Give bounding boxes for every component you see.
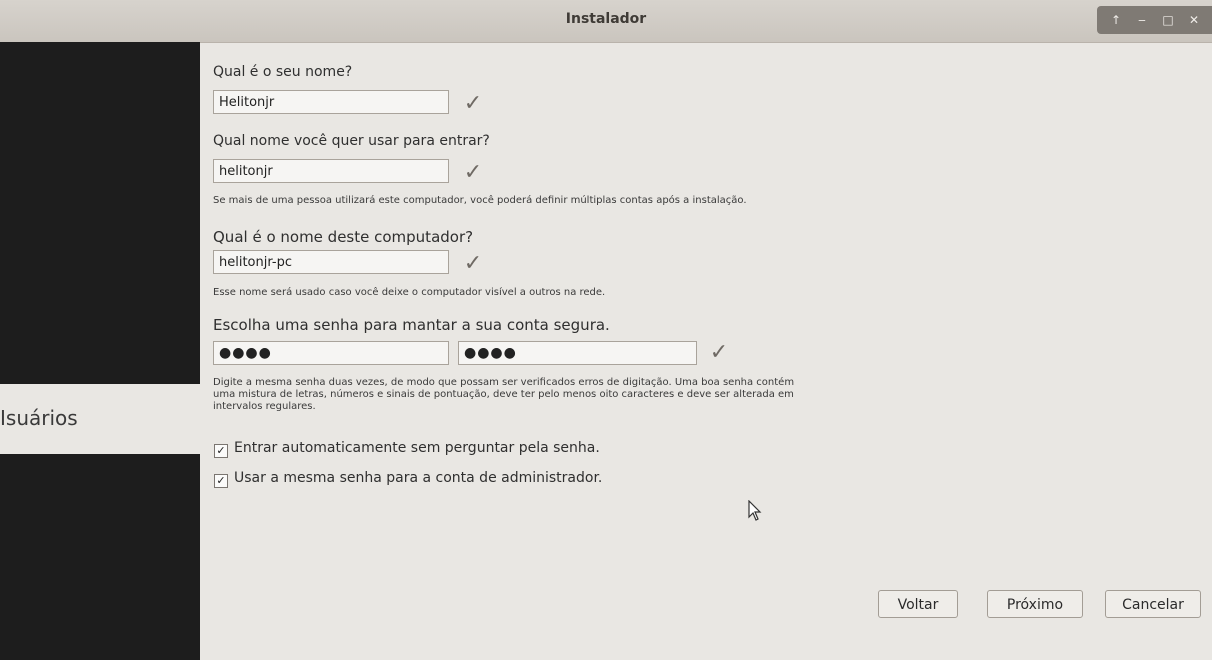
minimize-icon[interactable]: ‒ bbox=[1131, 10, 1153, 30]
user-form: Qual é o seu nome? ✓ Qual nome você quer… bbox=[200, 42, 1212, 660]
next-button[interactable]: Próximo bbox=[987, 590, 1083, 618]
arrow-up-icon[interactable]: ↑ bbox=[1105, 10, 1127, 30]
cancel-button[interactable]: Cancelar bbox=[1105, 590, 1201, 618]
computer-valid-check-icon: ✓ bbox=[463, 251, 483, 276]
login-input[interactable] bbox=[213, 159, 449, 183]
computer-name-input[interactable] bbox=[213, 250, 449, 274]
same-admin-password-checkbox[interactable]: ✓ bbox=[214, 474, 228, 488]
same-admin-password-label[interactable]: Usar a mesma senha para a conta de admin… bbox=[234, 470, 602, 486]
window-title-bar: Instalador ↑ ‒ □ ✕ bbox=[0, 0, 1212, 43]
password-question: Escolha uma senha para mantar a sua cont… bbox=[213, 316, 610, 334]
name-valid-check-icon: ✓ bbox=[463, 91, 483, 116]
installer-sidebar: Isuários bbox=[0, 42, 200, 660]
window-controls: ↑ ‒ □ ✕ bbox=[1097, 6, 1212, 34]
name-input[interactable] bbox=[213, 90, 449, 114]
password-input[interactable] bbox=[213, 341, 449, 365]
password-hint-line-3: intervalos regulares. bbox=[213, 401, 316, 412]
computer-question: Qual é o nome deste computador? bbox=[213, 228, 474, 246]
sidebar-step-label: Isuários bbox=[0, 406, 78, 430]
back-button[interactable]: Voltar bbox=[878, 590, 958, 618]
auto-login-checkbox[interactable]: ✓ bbox=[214, 444, 228, 458]
password-valid-check-icon: ✓ bbox=[709, 340, 729, 365]
login-hint: Se mais de uma pessoa utilizará este com… bbox=[213, 195, 747, 206]
window-title: Instalador bbox=[565, 11, 647, 27]
computer-hint: Esse nome será usado caso você deixe o c… bbox=[213, 287, 606, 298]
mouse-pointer-icon bbox=[748, 500, 762, 521]
name-question: Qual é o seu nome? bbox=[213, 64, 353, 80]
maximize-icon[interactable]: □ bbox=[1157, 10, 1179, 30]
password-hint-line-1: Digite a mesma senha duas vezes, de modo… bbox=[213, 377, 795, 388]
auto-login-label[interactable]: Entrar automaticamente sem perguntar pel… bbox=[234, 440, 600, 456]
password-hint-line-2: uma mistura de letras, números e sinais … bbox=[213, 389, 794, 400]
login-question: Qual nome você quer usar para entrar? bbox=[213, 133, 490, 149]
password-confirm-input[interactable] bbox=[458, 341, 697, 365]
close-icon[interactable]: ✕ bbox=[1183, 10, 1205, 30]
login-valid-check-icon: ✓ bbox=[463, 160, 483, 185]
sidebar-current-step: Isuários bbox=[0, 384, 200, 454]
